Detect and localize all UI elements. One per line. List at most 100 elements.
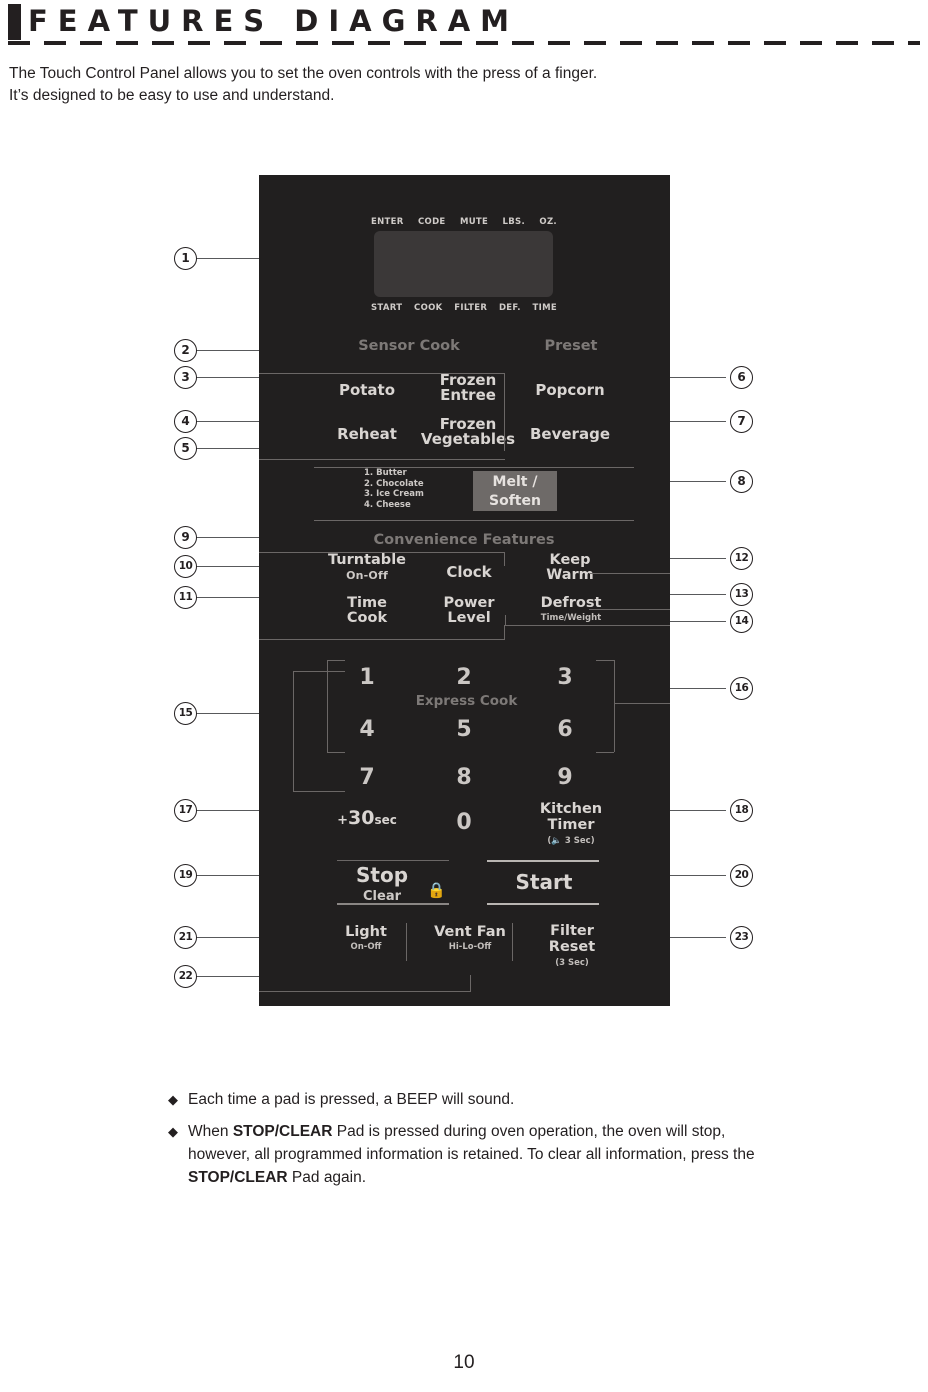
pad-add-30-sec[interactable]: +30sec: [317, 807, 417, 829]
pad-reheat[interactable]: Reheat: [317, 427, 417, 442]
pad-turntable-sub: On-Off: [346, 569, 388, 582]
display-bottom-indicators: START COOK FILTER DEF. TIME: [371, 303, 557, 313]
pad-add-30-number: 30: [348, 807, 375, 829]
pad-melt-soften-line2: Soften: [489, 493, 541, 509]
callout-16: 16: [730, 677, 753, 700]
section-heading-express-cook: Express Cook: [415, 693, 518, 709]
bracket-convenience-bottom: [259, 639, 505, 640]
pad-power-level-line2: Level: [447, 610, 491, 626]
divider-light-vent: [406, 923, 407, 961]
pad-melt-soften[interactable]: Melt / Soften: [473, 471, 557, 511]
pad-start[interactable]: Start: [489, 872, 599, 893]
callout-23: 23: [730, 926, 753, 949]
pad-frozen-entree[interactable]: Frozen Entree: [413, 373, 523, 403]
callout-11: 11: [174, 586, 197, 609]
callout-5: 5: [174, 437, 197, 460]
callout-2: 2: [174, 339, 197, 362]
pad-filter-reset[interactable]: Filter Reset (3 Sec): [517, 923, 627, 971]
indicator-cook: COOK: [414, 303, 443, 313]
touch-control-panel[interactable]: ENTER CODE MUTE LBS. OZ. START COOK FILT…: [259, 175, 670, 1006]
pad-turntable-on-off[interactable]: Turntable On-Off: [312, 553, 422, 583]
pad-light-on-off[interactable]: Light On-Off: [312, 925, 420, 955]
pad-number-4[interactable]: 4: [317, 717, 417, 742]
pad-number-7[interactable]: 7: [317, 765, 417, 790]
pad-number-6[interactable]: 6: [515, 717, 615, 742]
rule-start-bottom: [487, 903, 599, 905]
section-heading-preset: Preset: [544, 338, 598, 354]
section-heading-convenience-features: Convenience Features: [373, 532, 555, 548]
pad-defrost[interactable]: Defrost Time/Weight: [511, 596, 631, 626]
divider-vent-filter: [512, 923, 513, 961]
melt-item-1: 1. Butter: [364, 468, 407, 478]
indicator-time: TIME: [532, 303, 557, 313]
callout-18: 18: [730, 799, 753, 822]
display-screen: [374, 231, 553, 297]
section-heading-sensor-cook: Sensor Cook: [358, 338, 460, 354]
pad-number-2[interactable]: 2: [414, 665, 514, 690]
pad-potato[interactable]: Potato: [317, 383, 417, 398]
pad-keep-warm[interactable]: Keep Warm: [517, 553, 623, 583]
bracket-convenience-top: [259, 552, 505, 553]
pad-time-cook[interactable]: Time Cook: [312, 596, 422, 626]
pad-beverage[interactable]: Beverage: [515, 427, 625, 442]
bracket-defrost-lower-left: [505, 615, 506, 626]
indicator-oz: OZ.: [539, 217, 557, 227]
bracket-convenience-top-right: [504, 552, 505, 566]
pad-frozen-entree-line2: Entree: [440, 386, 496, 404]
callout-8: 8: [730, 470, 753, 493]
rule-stop-top: [337, 860, 449, 861]
pad-kitchen-timer[interactable]: Kitchen Timer (🔈 3 Sec): [511, 801, 631, 849]
pad-popcorn[interactable]: Popcorn: [515, 383, 625, 398]
bracket-keypad-outer-left: [293, 671, 294, 791]
header-accent-bar: [8, 4, 21, 40]
callout-4: 4: [174, 410, 197, 433]
note-2-text-before: When: [188, 1123, 233, 1140]
pad-number-1[interactable]: 1: [317, 665, 417, 690]
note-1-text: Each time a pad is pressed, a BEEP will …: [188, 1091, 515, 1108]
bracket-keep-warm-right: [589, 573, 670, 574]
bracket-sensor-bottom: [259, 459, 505, 460]
pad-kitchen-timer-sub: (🔈 3 Sec): [511, 833, 631, 849]
pad-power-level[interactable]: Power Level: [414, 596, 524, 626]
intro-paragraph: The Touch Control Panel allows you to se…: [9, 63, 769, 107]
pad-frozen-vegetables[interactable]: Frozen Vegetables: [408, 417, 528, 447]
callout-10: 10: [174, 555, 197, 578]
pad-clock[interactable]: Clock: [419, 565, 519, 580]
callout-6: 6: [730, 366, 753, 389]
pad-time-cook-line2: Cook: [346, 610, 388, 626]
pad-kitchen-timer-sub-text: 3 Sec: [564, 836, 591, 846]
bracket-power-level-down: [504, 625, 505, 639]
page-header: FEATURES DIAGRAM: [0, 0, 928, 50]
bracket-express-right-lead: [614, 703, 670, 704]
pad-frozen-vegetables-line2: Vegetables: [420, 430, 516, 448]
callout-1: 1: [174, 247, 197, 270]
intro-line-1: The Touch Control Panel allows you to se…: [9, 65, 598, 82]
bracket-sensor-top: [259, 373, 505, 374]
speaker-icon: 🔈: [551, 836, 562, 846]
bracket-keypad-outer-bottom: [293, 791, 345, 792]
pad-number-5[interactable]: 5: [414, 717, 514, 742]
indicator-start: START: [371, 303, 403, 313]
diamond-bullet-icon: ◆: [168, 1124, 178, 1139]
indicator-filter: FILTER: [454, 303, 488, 313]
pad-add-30-unit: sec: [374, 813, 397, 827]
callout-12: 12: [730, 547, 753, 570]
callout-15: 15: [174, 702, 197, 725]
pad-number-0[interactable]: 0: [414, 810, 514, 835]
bracket-defrost-right: [589, 609, 670, 610]
callout-3: 3: [174, 366, 197, 389]
indicator-lbs: LBS.: [502, 217, 525, 227]
notes-list: ◆ Each time a pad is pressed, a BEEP wil…: [168, 1088, 788, 1198]
pad-number-3[interactable]: 3: [515, 665, 615, 690]
bracket-express-right-top: [596, 660, 614, 661]
bracket-express-right: [614, 660, 615, 752]
pad-stop-label: Stop: [355, 863, 409, 887]
callout-7: 7: [730, 410, 753, 433]
divider-sensor-preset: [504, 373, 505, 451]
pad-number-8[interactable]: 8: [414, 765, 514, 790]
melt-item-2: 2. Chocolate: [364, 478, 424, 489]
note-2-text-after: Pad again.: [287, 1169, 367, 1186]
pad-number-9[interactable]: 9: [515, 765, 615, 790]
bracket-defrost-lower: [505, 625, 670, 626]
callout-19: 19: [174, 864, 197, 887]
